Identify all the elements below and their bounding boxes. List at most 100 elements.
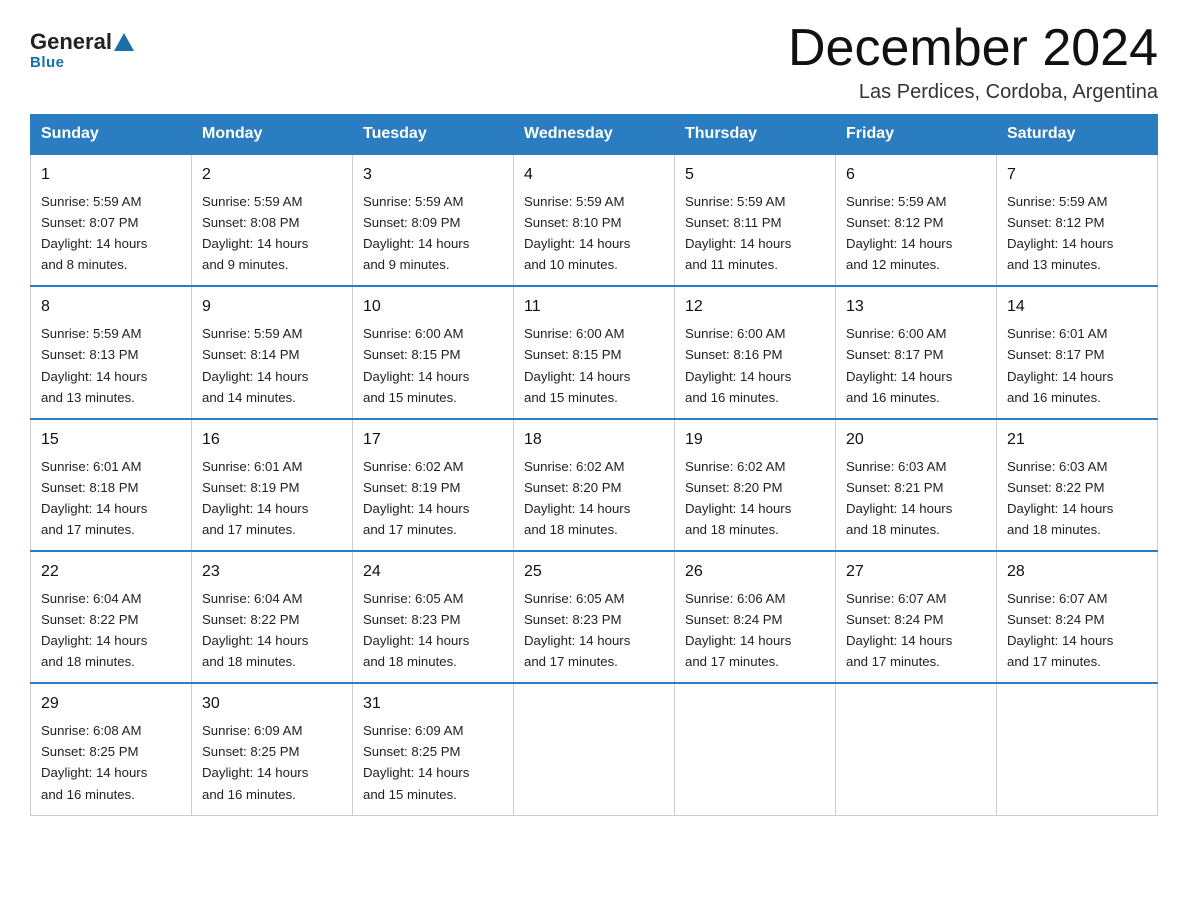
day-info: Sunrise: 5:59 AMSunset: 8:12 PMDaylight:… <box>1007 191 1147 276</box>
calendar-cell <box>514 683 675 815</box>
day-number: 20 <box>846 428 986 453</box>
header-friday: Friday <box>836 115 997 155</box>
header-wednesday: Wednesday <box>514 115 675 155</box>
calendar-cell: 3Sunrise: 5:59 AMSunset: 8:09 PMDaylight… <box>353 154 514 286</box>
day-number: 15 <box>41 428 181 453</box>
calendar-cell: 14Sunrise: 6:01 AMSunset: 8:17 PMDayligh… <box>997 286 1158 418</box>
day-info: Sunrise: 6:07 AMSunset: 8:24 PMDaylight:… <box>846 588 986 673</box>
day-info: Sunrise: 6:09 AMSunset: 8:25 PMDaylight:… <box>202 720 342 805</box>
day-info: Sunrise: 6:08 AMSunset: 8:25 PMDaylight:… <box>41 720 181 805</box>
title-block: December 2024 Las Perdices, Cordoba, Arg… <box>788 20 1158 104</box>
page-header: General Blue December 2024 Las Perdices,… <box>30 20 1158 104</box>
calendar-cell: 11 Sunrise: 6:00 AMSunset: 8:15 PMDayligh… <box>514 286 675 418</box>
calendar-cell: 9 Sunrise: 5:59 AMSunset: 8:14 PMDaylight… <box>192 286 353 418</box>
logo: General Blue <box>30 30 136 71</box>
header-monday: Monday <box>192 115 353 155</box>
day-number: 7 <box>1007 163 1147 188</box>
day-info: Sunrise: 5:59 AMSunset: 8:13 PMDaylight:… <box>41 323 181 408</box>
calendar-cell: 21 Sunrise: 6:03 AMSunset: 8:22 PMDayligh… <box>997 419 1158 551</box>
week-row-5: 29 Sunrise: 6:08 AMSunset: 8:25 PMDayligh… <box>31 683 1158 815</box>
day-info: Sunrise: 5:59 AMSunset: 8:07 PMDaylight:… <box>41 191 181 276</box>
calendar-cell: 16 Sunrise: 6:01 AMSunset: 8:19 PMDayligh… <box>192 419 353 551</box>
day-number: 29 <box>41 692 181 717</box>
day-info: Sunrise: 5:59 AMSunset: 8:11 PMDaylight:… <box>685 191 825 276</box>
day-info: Sunrise: 5:59 AMSunset: 8:09 PMDaylight:… <box>363 191 503 276</box>
day-info: Sunrise: 5:59 AMSunset: 8:12 PMDaylight:… <box>846 191 986 276</box>
day-number: 22 <box>41 560 181 585</box>
day-info: Sunrise: 6:05 AMSunset: 8:23 PMDaylight:… <box>363 588 503 673</box>
calendar-cell: 13 Sunrise: 6:00 AMSunset: 8:17 PMDayligh… <box>836 286 997 418</box>
day-info: Sunrise: 6:01 AMSunset: 8:18 PMDaylight:… <box>41 456 181 541</box>
logo-blue-text: Blue <box>30 54 65 71</box>
day-info: Sunrise: 6:00 AMSunset: 8:17 PMDaylight:… <box>846 323 986 408</box>
day-number: 21 <box>1007 428 1147 453</box>
day-number: 9 <box>202 295 342 320</box>
calendar-cell: 30 Sunrise: 6:09 AMSunset: 8:25 PMDayligh… <box>192 683 353 815</box>
header-sunday: Sunday <box>31 115 192 155</box>
calendar-cell: 8 Sunrise: 5:59 AMSunset: 8:13 PMDaylight… <box>31 286 192 418</box>
day-number: 13 <box>846 295 986 320</box>
calendar-cell <box>997 683 1158 815</box>
day-number: 8 <box>41 295 181 320</box>
day-number: 6 <box>846 163 986 188</box>
day-info: Sunrise: 6:02 AMSunset: 8:20 PMDaylight:… <box>524 456 664 541</box>
day-number: 4 <box>524 163 664 188</box>
calendar-cell: 22 Sunrise: 6:04 AMSunset: 8:22 PMDayligh… <box>31 551 192 683</box>
day-info: Sunrise: 6:01 AMSunset: 8:17 PMDaylight:… <box>1007 323 1147 408</box>
calendar-cell <box>675 683 836 815</box>
day-number: 11 <box>524 295 664 320</box>
day-number: 28 <box>1007 560 1147 585</box>
day-info: Sunrise: 6:00 AMSunset: 8:15 PMDaylight:… <box>363 323 503 408</box>
day-number: 26 <box>685 560 825 585</box>
day-info: Sunrise: 6:04 AMSunset: 8:22 PMDaylight:… <box>202 588 342 673</box>
calendar-cell: 18 Sunrise: 6:02 AMSunset: 8:20 PMDayligh… <box>514 419 675 551</box>
day-number: 1 <box>41 163 181 188</box>
day-info: Sunrise: 6:04 AMSunset: 8:22 PMDaylight:… <box>41 588 181 673</box>
day-number: 17 <box>363 428 503 453</box>
day-info: Sunrise: 6:07 AMSunset: 8:24 PMDaylight:… <box>1007 588 1147 673</box>
week-row-3: 15 Sunrise: 6:01 AMSunset: 8:18 PMDayligh… <box>31 419 1158 551</box>
day-info: Sunrise: 6:00 AMSunset: 8:16 PMDaylight:… <box>685 323 825 408</box>
calendar-cell: 23Sunrise: 6:04 AMSunset: 8:22 PMDayligh… <box>192 551 353 683</box>
day-info: Sunrise: 6:01 AMSunset: 8:19 PMDaylight:… <box>202 456 342 541</box>
day-number: 19 <box>685 428 825 453</box>
header-tuesday: Tuesday <box>353 115 514 155</box>
calendar-cell: 25 Sunrise: 6:05 AMSunset: 8:23 PMDayligh… <box>514 551 675 683</box>
calendar-cell: 17 Sunrise: 6:02 AMSunset: 8:19 PMDayligh… <box>353 419 514 551</box>
calendar-cell <box>836 683 997 815</box>
logo-triangle-icon <box>114 33 134 51</box>
calendar-cell: 6 Sunrise: 5:59 AMSunset: 8:12 PMDaylight… <box>836 154 997 286</box>
day-number: 18 <box>524 428 664 453</box>
calendar-cell: 19Sunrise: 6:02 AMSunset: 8:20 PMDayligh… <box>675 419 836 551</box>
day-info: Sunrise: 6:02 AMSunset: 8:19 PMDaylight:… <box>363 456 503 541</box>
calendar-cell: 12 Sunrise: 6:00 AMSunset: 8:16 PMDayligh… <box>675 286 836 418</box>
calendar-cell: 26Sunrise: 6:06 AMSunset: 8:24 PMDayligh… <box>675 551 836 683</box>
day-info: Sunrise: 5:59 AMSunset: 8:14 PMDaylight:… <box>202 323 342 408</box>
calendar-cell: 31Sunrise: 6:09 AMSunset: 8:25 PMDayligh… <box>353 683 514 815</box>
day-number: 10 <box>363 295 503 320</box>
day-info: Sunrise: 6:03 AMSunset: 8:22 PMDaylight:… <box>1007 456 1147 541</box>
week-row-1: 1 Sunrise: 5:59 AMSunset: 8:07 PMDaylight… <box>31 154 1158 286</box>
day-number: 2 <box>202 163 342 188</box>
calendar-cell: 15 Sunrise: 6:01 AMSunset: 8:18 PMDayligh… <box>31 419 192 551</box>
day-info: Sunrise: 6:00 AMSunset: 8:15 PMDaylight:… <box>524 323 664 408</box>
day-number: 12 <box>685 295 825 320</box>
calendar-table: SundayMondayTuesdayWednesdayThursdayFrid… <box>30 114 1158 815</box>
calendar-cell: 4 Sunrise: 5:59 AMSunset: 8:10 PMDaylight… <box>514 154 675 286</box>
calendar-cell: 24Sunrise: 6:05 AMSunset: 8:23 PMDayligh… <box>353 551 514 683</box>
day-info: Sunrise: 5:59 AMSunset: 8:10 PMDaylight:… <box>524 191 664 276</box>
calendar-cell: 20Sunrise: 6:03 AMSunset: 8:21 PMDayligh… <box>836 419 997 551</box>
header-thursday: Thursday <box>675 115 836 155</box>
location-title: Las Perdices, Cordoba, Argentina <box>788 81 1158 104</box>
calendar-cell: 5 Sunrise: 5:59 AMSunset: 8:11 PMDaylight… <box>675 154 836 286</box>
day-info: Sunrise: 6:09 AMSunset: 8:25 PMDaylight:… <box>363 720 503 805</box>
day-number: 5 <box>685 163 825 188</box>
calendar-cell: 29 Sunrise: 6:08 AMSunset: 8:25 PMDayligh… <box>31 683 192 815</box>
day-number: 30 <box>202 692 342 717</box>
calendar-cell: 7 Sunrise: 5:59 AMSunset: 8:12 PMDaylight… <box>997 154 1158 286</box>
day-number: 25 <box>524 560 664 585</box>
day-number: 16 <box>202 428 342 453</box>
calendar-cell: 2Sunrise: 5:59 AMSunset: 8:08 PMDaylight… <box>192 154 353 286</box>
calendar-cell: 27Sunrise: 6:07 AMSunset: 8:24 PMDayligh… <box>836 551 997 683</box>
day-info: Sunrise: 6:05 AMSunset: 8:23 PMDaylight:… <box>524 588 664 673</box>
